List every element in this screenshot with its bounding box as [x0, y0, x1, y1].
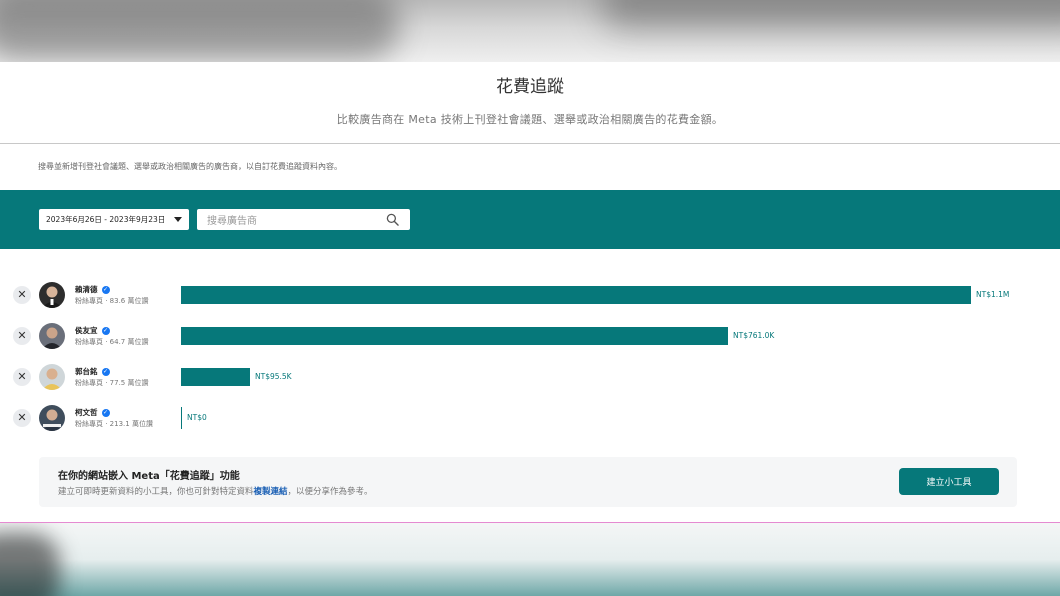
avatar: [39, 405, 65, 431]
close-icon[interactable]: ✕: [13, 368, 31, 386]
search-icon[interactable]: [386, 213, 399, 226]
spend-label: NT$0: [187, 413, 207, 422]
embed-title: 在你的網站嵌入 Meta「花費追蹤」功能: [58, 471, 240, 482]
advertiser-search-input[interactable]: [197, 211, 377, 232]
close-icon[interactable]: ✕: [13, 327, 31, 345]
advertiser-search[interactable]: [197, 209, 410, 232]
date-range-label: 2023年6月26日 - 2023年9月23日: [46, 215, 166, 224]
advertiser-row: ✕ 賴清德 ✓ 粉絲專頁 · 83.6 萬位讚 NT$1.1M: [0, 280, 1060, 310]
spend-bar: [181, 407, 182, 429]
verified-badge-icon: ✓: [101, 409, 110, 417]
spend-label: NT$1.1M: [976, 290, 1010, 299]
caret-down-icon: [174, 217, 182, 222]
verified-badge-icon: ✓: [101, 368, 110, 376]
spend-label: NT$95.5K: [255, 372, 292, 381]
page-title: 花費追蹤: [496, 77, 564, 97]
avatar: [39, 282, 65, 308]
advertiser-fans: 粉絲專頁 · 83.6 萬位讚: [75, 297, 149, 305]
avatar: [39, 323, 65, 349]
advertiser-row: ✕ 郭台銘 ✓ 粉絲專頁 · 77.5 萬位讚 NT$95.5K: [0, 362, 1060, 392]
date-range-dropdown[interactable]: 2023年6月26日 - 2023年9月23日: [39, 209, 189, 230]
close-icon[interactable]: ✕: [13, 409, 31, 427]
spend-bar: [181, 368, 250, 386]
embed-description: 建立可即時更新資料的小工具，你也可針對特定資料複製連結，以便分享作為參考。: [58, 487, 373, 497]
hint-text: 搜尋並新增刊登社會議題、選舉或政治相關廣告的廣告商，以自訂花費追蹤資料內容。: [38, 162, 342, 171]
background-photo-bottom: [0, 523, 1060, 596]
verified-badge-icon: ✓: [101, 327, 110, 335]
advertiser-name[interactable]: 侯友宜 ✓: [75, 325, 110, 336]
verified-badge-icon: ✓: [101, 286, 110, 294]
spend-bar: [181, 286, 971, 304]
advertiser-fans: 粉絲專頁 · 77.5 萬位讚: [75, 379, 149, 387]
background-photo-top: [0, 0, 1060, 62]
create-widget-button[interactable]: 建立小工具: [899, 468, 999, 495]
advertiser-fans: 粉絲專頁 · 213.1 萬位讚: [75, 420, 153, 428]
advertiser-name[interactable]: 郭台銘 ✓: [75, 366, 110, 377]
page-header: 花費追蹤 比較廣告商在 Meta 技術上刊登社會議題、選舉或政治相關廣告的花費金…: [0, 62, 1060, 144]
copy-link[interactable]: 複製連結: [254, 487, 288, 497]
page-subtitle: 比較廣告商在 Meta 技術上刊登社會議題、選舉或政治相關廣告的花費金額。: [336, 113, 724, 126]
filter-bar: 2023年6月26日 - 2023年9月23日: [0, 190, 1060, 249]
advertiser-name[interactable]: 柯文哲 ✓: [75, 407, 110, 418]
advertiser-fans: 粉絲專頁 · 64.7 萬位讚: [75, 338, 149, 346]
spend-bar: [181, 327, 728, 345]
avatar: [39, 364, 65, 390]
embed-widget-promo: 在你的網站嵌入 Meta「花費追蹤」功能 建立可即時更新資料的小工具，你也可針對…: [39, 457, 1017, 507]
advertiser-row: ✕ 柯文哲 ✓ 粉絲專頁 · 213.1 萬位讚 NT$0: [0, 403, 1060, 433]
close-icon[interactable]: ✕: [13, 286, 31, 304]
advertiser-name[interactable]: 賴清德 ✓: [75, 284, 110, 295]
advertiser-row: ✕ 侯友宜 ✓ 粉絲專頁 · 64.7 萬位讚 NT$761.0K: [0, 321, 1060, 351]
spend-label: NT$761.0K: [733, 331, 775, 340]
